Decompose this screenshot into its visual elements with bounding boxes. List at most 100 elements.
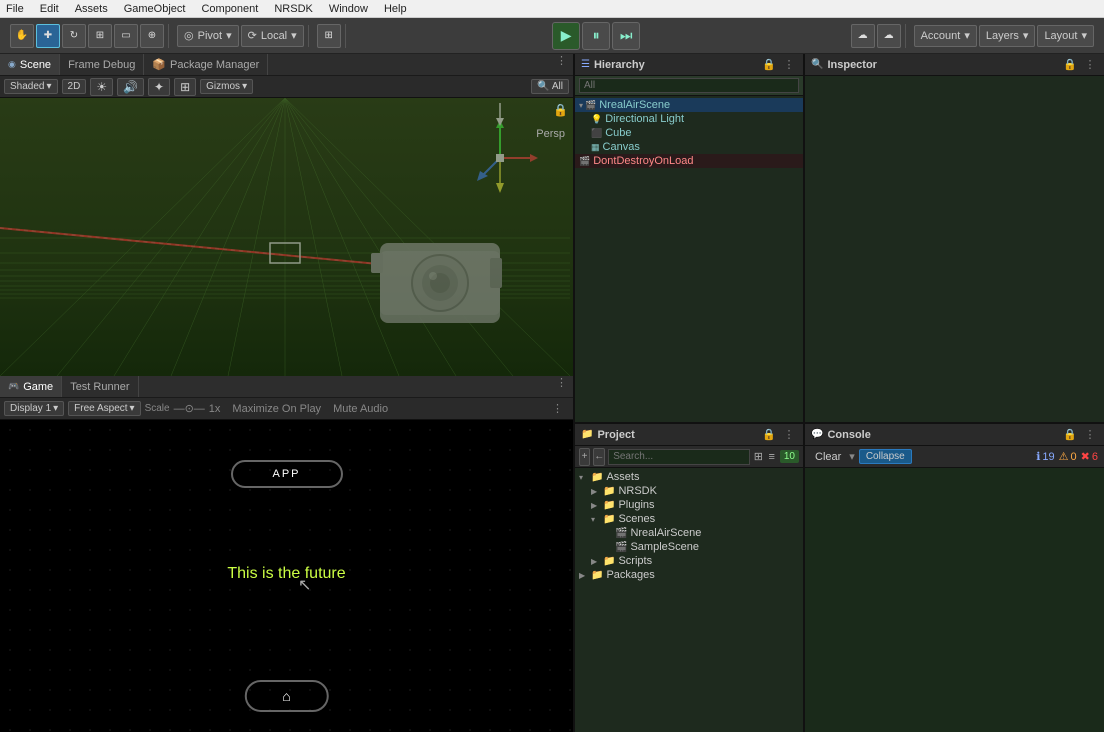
project-filter-btn[interactable]: ⊞ <box>753 448 763 466</box>
collab-btn[interactable]: ☁ <box>851 24 875 48</box>
game-tab-more[interactable]: ⋮ <box>550 376 573 397</box>
menu-component[interactable]: Component <box>199 3 260 15</box>
hand-tool[interactable]: ✋ <box>10 24 34 48</box>
collapse-button[interactable]: Collapse <box>859 449 912 464</box>
rect-tool[interactable]: ▭ <box>114 24 138 48</box>
pause-button[interactable]: ⏸ <box>582 22 610 50</box>
menu-edit[interactable]: Edit <box>38 3 61 15</box>
pivot-group: ◎ Pivot ▾ ⟳ Local ▾ <box>173 25 309 47</box>
package-manager-label: Package Manager <box>170 59 259 71</box>
hierarchy-more[interactable]: ⋮ <box>781 57 797 73</box>
audio-toggle[interactable]: 🔊 <box>117 78 144 96</box>
hierarchy-title: Hierarchy <box>594 59 645 71</box>
menu-file[interactable]: File <box>4 3 26 15</box>
inspector-lock[interactable]: 🔒 <box>1062 57 1078 73</box>
hierarchy-item-nrealaircene[interactable]: ▾ 🎬 NrealAirScene <box>575 98 803 112</box>
move-tool[interactable]: ✚ <box>36 24 60 48</box>
collab-group: ☁ ☁ <box>847 24 906 48</box>
menu-gameobject[interactable]: GameObject <box>122 3 188 15</box>
project-nav-btn[interactable]: ← <box>593 448 605 466</box>
inspector-more[interactable]: ⋮ <box>1082 57 1098 73</box>
console-panel: 💬 Console 🔒 ⋮ Clear ▾ Collapse ℹ 19 <box>805 424 1104 732</box>
toolbar: ✋ ✚ ↻ ⊞ ▭ ⊕ ◎ Pivot ▾ ⟳ Local ▾ ⊞ ▶ ⏸ ⏭ … <box>0 18 1104 54</box>
dontdestroy-icon: 🎬 <box>579 156 590 167</box>
layers-label: Layers <box>986 30 1019 42</box>
project-add-btn[interactable]: + <box>579 448 590 466</box>
home-button[interactable]: ⌂ <box>244 680 328 712</box>
console-header: 💬 Console 🔒 ⋮ <box>805 424 1104 446</box>
dontdestroy-label: DontDestroyOnLoad <box>593 155 693 167</box>
inspector-panel: 🔍 Inspector 🔒 ⋮ <box>805 54 1104 422</box>
cloud-btn[interactable]: ☁ <box>877 24 901 48</box>
scene-grid-toggle[interactable]: ⊞ <box>174 78 196 96</box>
gizmos-dropdown[interactable]: Gizmos ▾ <box>200 79 253 94</box>
hierarchy-item-cube[interactable]: ⬛ Cube <box>575 126 803 140</box>
console-icon: 💬 <box>811 429 823 440</box>
project-lock[interactable]: 🔒 <box>761 427 777 443</box>
hierarchy-item-canvas[interactable]: ▦ Canvas <box>575 140 803 154</box>
clear-button[interactable]: Clear <box>811 450 845 464</box>
tree-scenes[interactable]: ▾ 📁 Scenes <box>575 512 803 526</box>
tree-assets[interactable]: ▾ 📁 Assets <box>575 470 803 484</box>
project-more[interactable]: ⋮ <box>781 427 797 443</box>
effects-toggle[interactable]: ✦ <box>148 78 170 96</box>
local-dropdown[interactable]: ⟳ Local ▾ <box>241 25 304 47</box>
console-more[interactable]: ⋮ <box>1082 427 1098 443</box>
game-toolbar-more[interactable]: ⋮ <box>546 402 569 415</box>
tab-game[interactable]: 🎮 Game <box>0 376 62 397</box>
menu-window[interactable]: Window <box>327 3 370 15</box>
tab-scene[interactable]: ◉ Scene <box>0 54 60 75</box>
scene-lock[interactable]: 🔒 <box>553 103 568 117</box>
hierarchy-lock[interactable]: 🔒 <box>761 57 777 73</box>
pivot-label: Pivot <box>198 30 222 42</box>
tree-scripts[interactable]: ▶ 📁 Scripts <box>575 554 803 568</box>
scripts-arrow: ▶ <box>591 557 601 566</box>
tree-plugins[interactable]: ▶ 📁 Plugins <box>575 498 803 512</box>
step-button[interactable]: ⏭ <box>612 22 640 50</box>
transform-tools: ✋ ✚ ↻ ⊞ ▭ ⊕ <box>6 24 169 48</box>
snap-btn[interactable]: ⊞ <box>317 24 341 48</box>
menu-nrsdk[interactable]: NRSDK <box>272 3 315 15</box>
project-badge: 10 <box>780 450 799 463</box>
packages-folder-icon: 📁 <box>591 570 603 581</box>
tab-package-manager[interactable]: 📦 Package Manager <box>144 54 268 75</box>
menu-help[interactable]: Help <box>382 3 409 15</box>
2d-dropdown[interactable]: 2D <box>62 79 87 94</box>
project-search[interactable] <box>608 449 750 465</box>
display-dropdown[interactable]: Display 1 ▾ <box>4 401 64 416</box>
transform-tool[interactable]: ⊕ <box>140 24 164 48</box>
nrsdk-folder-icon: 📁 <box>603 486 615 497</box>
project-sort-btn[interactable]: ≡ <box>767 448 777 466</box>
lighting-toggle[interactable]: ☀ <box>90 78 113 96</box>
shading-dropdown[interactable]: Shaded ▾ <box>4 79 58 94</box>
layout-dropdown[interactable]: Layout ▾ <box>1037 25 1094 47</box>
aspect-dropdown[interactable]: Free Aspect ▾ <box>68 401 140 416</box>
scene-canvas: Persp 🔒 <box>0 98 573 376</box>
error-badge: ✖ 6 <box>1081 450 1098 463</box>
console-lock[interactable]: 🔒 <box>1062 427 1078 443</box>
scale-tool[interactable]: ⊞ <box>88 24 112 48</box>
hierarchy-item-directional-light[interactable]: 💡 Directional Light <box>575 112 803 126</box>
play-button[interactable]: ▶ <box>552 22 580 50</box>
tree-nrealairscene[interactable]: 🎬 NrealAirScene <box>575 526 803 540</box>
rotate-tool[interactable]: ↻ <box>62 24 86 48</box>
plugins-arrow: ▶ <box>591 501 601 510</box>
menu-assets[interactable]: Assets <box>73 3 110 15</box>
hierarchy-item-dontdestroy[interactable]: 🎬 DontDestroyOnLoad <box>575 154 803 168</box>
tree-packages[interactable]: ▶ 📁 Packages <box>575 568 803 582</box>
pivot-dropdown[interactable]: ◎ Pivot ▾ <box>177 25 239 47</box>
tab-frame-debug[interactable]: Frame Debug <box>60 54 144 75</box>
scene-tab-more[interactable]: ⋮ <box>550 54 573 75</box>
hierarchy-search-input[interactable] <box>579 78 799 93</box>
nrealairscene-scene-icon: 🎬 <box>615 528 627 539</box>
tab-test-runner[interactable]: Test Runner <box>62 376 138 397</box>
tree-nrsdk[interactable]: ▶ 📁 NRSDK <box>575 484 803 498</box>
layers-dropdown[interactable]: Layers ▾ <box>979 25 1036 47</box>
account-dropdown[interactable]: Account ▾ <box>914 25 977 47</box>
app-button[interactable]: APP <box>230 460 342 488</box>
test-runner-label: Test Runner <box>70 381 129 393</box>
search-filter[interactable]: 🔍 All <box>531 79 569 94</box>
scenes-label: Scenes <box>618 513 655 525</box>
tree-samplescene[interactable]: 🎬 SampleScene <box>575 540 803 554</box>
top-right: ☰ Hierarchy 🔒 ⋮ ▾ 🎬 NrealAirScene <box>575 54 1104 424</box>
